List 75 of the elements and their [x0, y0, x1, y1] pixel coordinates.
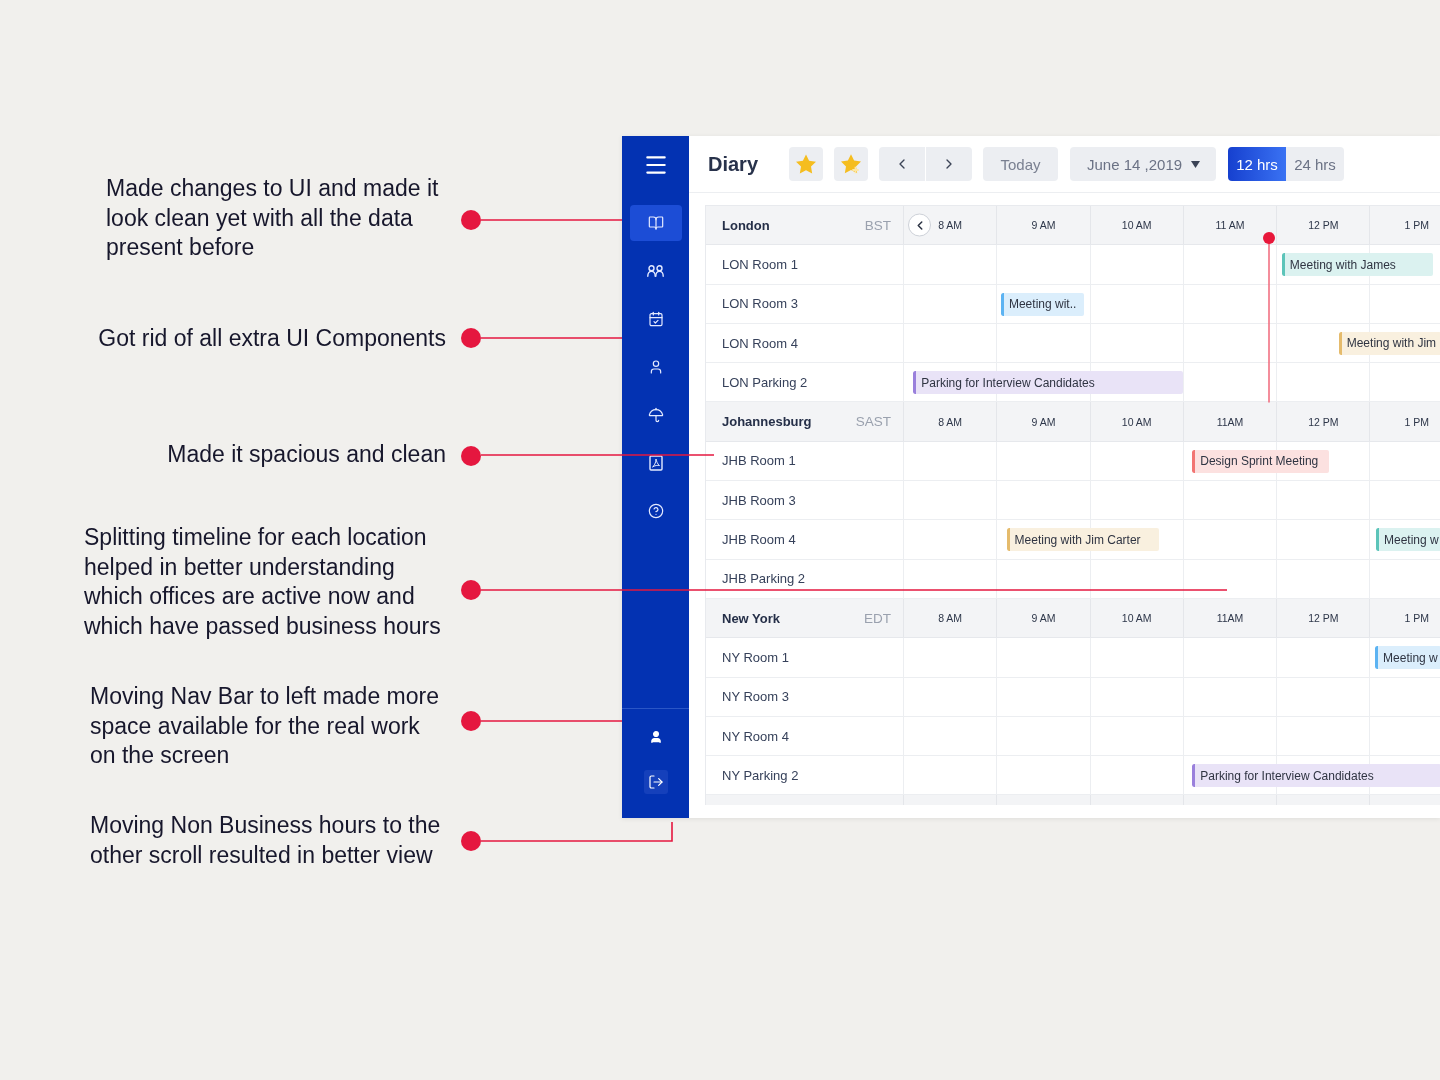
hour-label: 1 PM	[1404, 219, 1429, 232]
timezone-label: BST	[864, 217, 891, 233]
annotation-text: Got rid of all extra UI Components	[98, 324, 446, 353]
nav-item[interactable]	[643, 770, 668, 794]
room-name: NY Parking 2	[722, 767, 799, 783]
star-icon	[796, 154, 817, 174]
hour-label: 1 PM	[1404, 415, 1429, 428]
book-icon	[647, 215, 664, 231]
event-block[interactable]: Meeting with Jim Carter	[1006, 528, 1159, 552]
event-block[interactable]: Parking for Interview Candidates	[913, 371, 1183, 395]
event-block[interactable]: Meeting wit..	[1000, 292, 1084, 316]
page-title: Diary	[708, 152, 759, 176]
city-name: Johannesburg	[722, 414, 812, 430]
hour-label: 11AM	[1216, 612, 1244, 625]
marker-dot-icon	[461, 210, 481, 230]
range-tab[interactable]: 24 hrs	[1286, 147, 1345, 181]
document-icon	[648, 455, 663, 471]
star-plus-icon	[841, 154, 862, 174]
city-name: New York	[722, 610, 781, 626]
hour-label: 8 AM	[938, 415, 963, 428]
logout-icon	[647, 774, 664, 790]
hour-label: 10 AM	[1121, 612, 1152, 625]
room-name: LON Room 3	[722, 296, 798, 312]
hour-label: 10 AM	[1121, 415, 1152, 428]
event-block[interactable]: Meeting with James	[1281, 253, 1433, 277]
hour-label: 12 PM	[1308, 612, 1339, 625]
hour-label: 10 AM	[1121, 219, 1152, 232]
marker-dot-icon	[461, 831, 481, 851]
hour-label: 9 AM	[1031, 612, 1056, 625]
city-name: London	[722, 217, 770, 233]
umbrella-icon	[647, 407, 664, 423]
scroll-back-button[interactable]	[908, 213, 931, 237]
hour-label: 11AM	[1216, 415, 1244, 428]
event-block[interactable]: Parking for Interview Candidates	[1192, 764, 1440, 788]
help-icon	[647, 503, 664, 519]
hour-label: 1 PM	[1404, 612, 1429, 625]
range-tab[interactable]: 12 hrs	[1228, 147, 1287, 181]
room-name: JHB Room 4	[722, 532, 796, 547]
room-name: LON Parking 2	[722, 374, 808, 390]
room-name: NY Room 4	[722, 728, 789, 744]
caret-icon	[1191, 160, 1201, 168]
event-block[interactable]: Meeting w	[1376, 528, 1440, 552]
event-block[interactable]: Meeting w	[1375, 646, 1440, 670]
hour-label: 8 AM	[938, 219, 963, 232]
hour-label: 11 AM	[1215, 219, 1245, 232]
annotation-text: Made changes to UI and made it look clean yet with all the data present before	[106, 174, 440, 262]
marker-dot-icon	[461, 328, 481, 348]
hour-label: 9 AM	[1031, 219, 1056, 232]
person-icon	[648, 730, 663, 744]
hour-label: 12 PM	[1308, 415, 1339, 428]
room-name: JHB Parking 2	[722, 571, 806, 587]
calendar-check-icon	[647, 311, 664, 327]
event-block[interactable]: Meeting with Jim	[1338, 331, 1440, 355]
room-name: LON Room 1	[722, 256, 798, 272]
room-name: NY Room 3	[722, 689, 789, 705]
nav-item[interactable]	[629, 205, 682, 241]
room-name: JHB Room 1	[722, 453, 796, 469]
marker-dot-icon	[461, 446, 481, 466]
marker-dot-icon	[461, 711, 481, 731]
annotation-text: Splitting timeline for each location helped in better understanding which offices are active now and which have passed business hours	[84, 523, 442, 641]
room-name: JHB Room 3	[722, 492, 796, 508]
timezone-label: EDT	[864, 610, 891, 626]
timezone-label: SAST	[855, 414, 891, 430]
event-block[interactable]: Design Sprint Meeting	[1192, 449, 1330, 473]
room-name: LON Room 4	[722, 335, 798, 351]
room-name: NY Room 1	[722, 649, 789, 665]
marker-dot-icon	[461, 580, 481, 600]
annotation-text: Moving Non Business hours to the other scroll resulted in better view	[90, 811, 442, 870]
annotation-text: Moving Nav Bar to left made more space available for the real work on the screen	[90, 682, 440, 770]
users-icon	[647, 265, 664, 277]
annotation-text: Made it spacious and clean	[167, 440, 446, 469]
hour-label: 12 PM	[1308, 219, 1339, 232]
hour-label: 8 AM	[938, 612, 963, 625]
date-dropdown[interactable]: June 14 ,2019	[1070, 147, 1217, 181]
hour-label: 9 AM	[1031, 415, 1056, 428]
